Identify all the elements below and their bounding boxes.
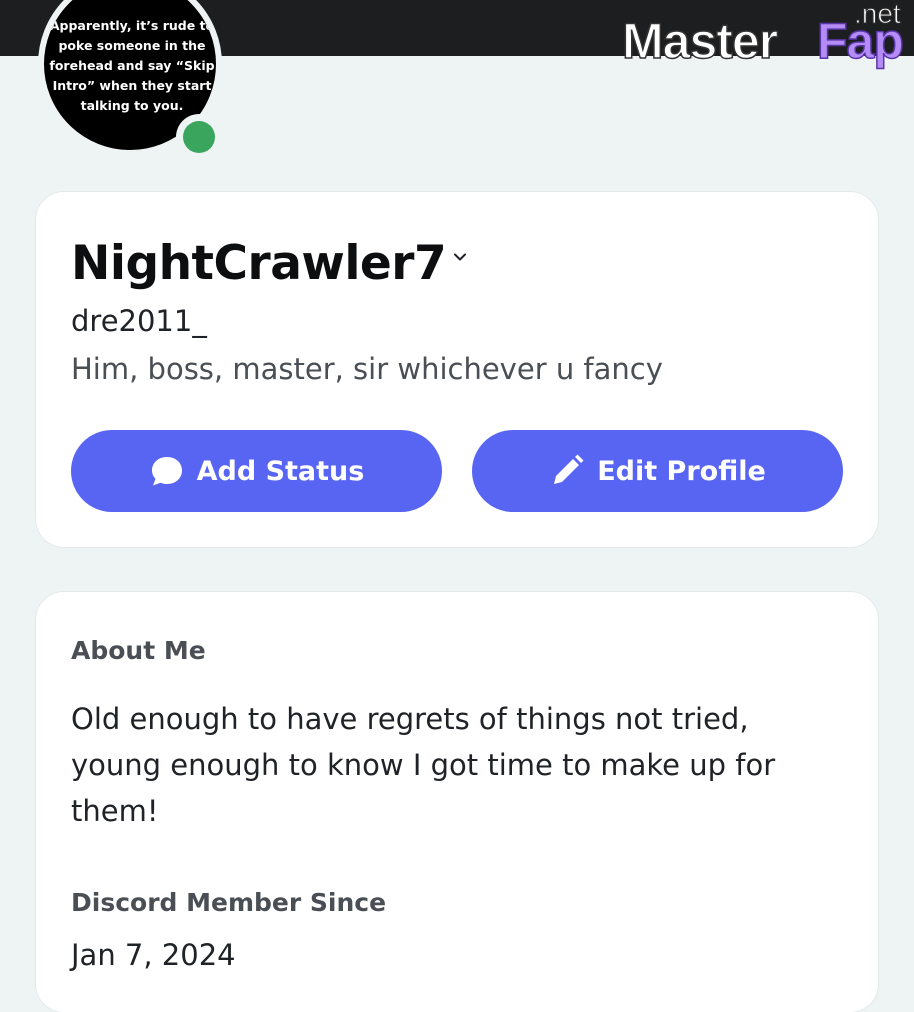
pronouns: Him, boss, master, sir whichever u fancy <box>71 352 663 386</box>
about-me-heading: About Me <box>71 636 206 665</box>
chevron-down-icon[interactable] <box>452 249 468 265</box>
display-name: NightCrawler7 <box>71 236 447 291</box>
pencil-icon <box>554 454 584 484</box>
add-status-button[interactable]: Add Status <box>71 430 442 512</box>
avatar-caption: Apparently, it’s rude to poke someone in… <box>49 18 215 113</box>
display-name-row[interactable]: NightCrawler7 <box>71 236 468 291</box>
profile-card: NightCrawler7 dre2011_ Him, boss, master… <box>36 192 878 547</box>
online-status-indicator <box>176 114 222 160</box>
watermark-logo: Master Fap .net <box>612 0 912 76</box>
member-since-date: Jan 7, 2024 <box>71 938 236 972</box>
watermark-tld: .net <box>854 0 902 29</box>
username: dre2011_ <box>71 304 207 338</box>
online-status-dot <box>183 121 215 153</box>
speech-bubble-icon <box>151 457 182 486</box>
member-since-heading: Discord Member Since <box>71 888 387 917</box>
about-card: About Me Old enough to have regrets of t… <box>36 592 878 1012</box>
watermark-part-1: Master <box>621 13 779 69</box>
about-me-text: Old enough to have regrets of things not… <box>71 702 776 828</box>
edit-profile-button[interactable]: Edit Profile <box>472 430 843 512</box>
edit-profile-label: Edit Profile <box>597 455 766 487</box>
add-status-label: Add Status <box>196 455 365 487</box>
